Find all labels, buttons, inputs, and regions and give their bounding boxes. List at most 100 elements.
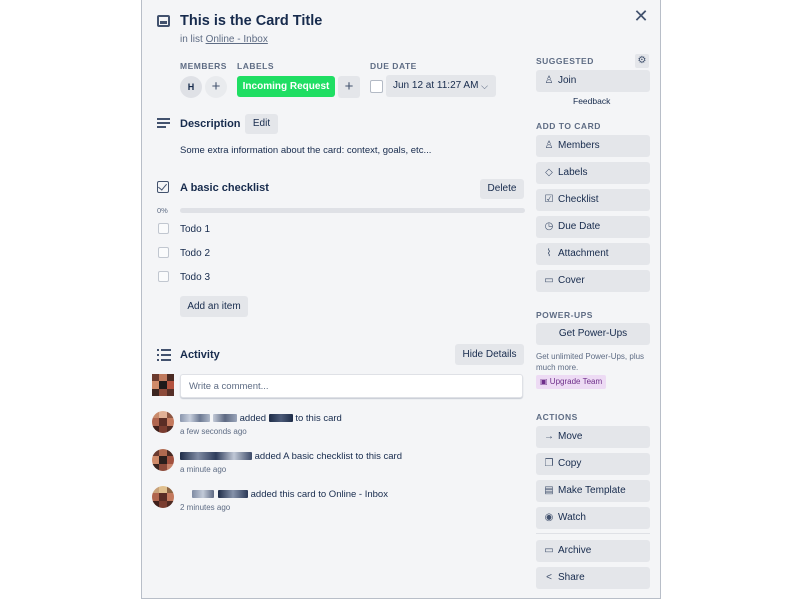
members-button-label: Members xyxy=(558,140,600,151)
add-label-button[interactable]: + xyxy=(338,76,360,98)
checklist-button[interactable]: ☑ Checklist xyxy=(536,189,650,211)
due-date-button-label: Due Date xyxy=(558,221,601,232)
todo-item[interactable]: Todo 2 xyxy=(180,248,210,259)
redacted-username xyxy=(180,414,210,422)
hide-details-button[interactable]: Hide Details xyxy=(455,344,524,365)
archive-button[interactable]: ▭ Archive xyxy=(536,540,650,562)
activity-time[interactable]: a minute ago xyxy=(180,465,226,474)
cover-button-label: Cover xyxy=(558,275,585,286)
copy-button-label: Copy xyxy=(558,458,582,469)
activity-text: to this card xyxy=(295,413,342,424)
activity-entry: added this card to Online - Inbox xyxy=(180,489,388,500)
card-detail-modal: ✕ This is the Card Title in list Online … xyxy=(141,0,661,599)
checkbox-icon: ☑ xyxy=(544,194,554,205)
make-template-button-label: Make Template xyxy=(558,485,626,496)
activity-text: added xyxy=(239,413,267,424)
cover-button[interactable]: ▭ Cover xyxy=(536,270,650,292)
add-item-button[interactable]: Add an item xyxy=(180,296,248,317)
archive-button-label: Archive xyxy=(558,545,592,556)
add-to-card-heading: ADD TO CARD xyxy=(536,121,601,131)
todo-item[interactable]: Todo 1 xyxy=(180,224,210,235)
join-button[interactable]: ♙ Join xyxy=(536,70,650,92)
attachment-button[interactable]: ⌇ Attachment xyxy=(536,243,650,265)
todo-checkbox[interactable] xyxy=(158,271,169,282)
comment-input[interactable]: Write a comment... xyxy=(180,374,523,398)
checklist-icon xyxy=(157,181,169,193)
members-label: MEMBERS xyxy=(180,61,227,71)
redacted-username xyxy=(218,490,248,498)
share-button[interactable]: < Share xyxy=(536,567,650,589)
activity-text: added this card to Online - Inbox xyxy=(250,489,388,500)
member-avatar[interactable]: H xyxy=(180,76,202,98)
checklist-progress-percent: 0% xyxy=(157,206,168,215)
upgrade-icon: ▣ xyxy=(540,377,548,386)
join-label: Join xyxy=(558,75,577,86)
power-ups-note: Get unlimited Power-Ups, plus much more. xyxy=(536,352,645,372)
checklist-title[interactable]: A basic checklist xyxy=(180,182,269,194)
arrow-right-icon: → xyxy=(544,431,554,442)
in-list-line: in list Online - Inbox xyxy=(180,34,268,45)
cover-icon: ▭ xyxy=(544,275,554,286)
due-complete-checkbox[interactable] xyxy=(370,80,383,93)
activity-time[interactable]: a few seconds ago xyxy=(180,427,247,436)
copy-button[interactable]: ❐ Copy xyxy=(536,453,650,475)
labels-label: LABELS xyxy=(237,61,274,71)
redacted-username xyxy=(213,414,237,422)
gear-icon[interactable]: ⚙ xyxy=(635,54,649,68)
card-title[interactable]: This is the Card Title xyxy=(180,13,322,29)
share-icon: < xyxy=(546,572,552,583)
activity-entry: added to this card xyxy=(180,413,342,424)
list-link[interactable]: Online - Inbox xyxy=(206,34,268,45)
due-date-value: Jun 12 at 11:27 AM xyxy=(393,80,479,91)
watch-button-label: Watch xyxy=(558,512,586,523)
checklist-button-label: Checklist xyxy=(558,194,599,205)
suggested-heading: SUGGESTED xyxy=(536,56,594,66)
archive-icon: ▭ xyxy=(544,545,554,556)
upgrade-team-label: Upgrade Team xyxy=(549,377,603,386)
checklist-progress-bar xyxy=(180,208,525,213)
due-date-button[interactable]: Jun 12 at 11:27 AM ⌵ xyxy=(386,75,496,97)
sidebar-divider xyxy=(536,533,650,534)
feedback-link[interactable]: Feedback xyxy=(573,96,610,106)
tag-icon: ◇ xyxy=(545,167,553,178)
redacted-member xyxy=(268,414,293,422)
labels-button[interactable]: ◇ Labels xyxy=(536,162,650,184)
close-icon[interactable]: ✕ xyxy=(632,7,650,26)
delete-checklist-button[interactable]: Delete xyxy=(480,179,524,199)
copy-icon: ❐ xyxy=(544,458,554,469)
todo-checkbox[interactable] xyxy=(158,223,169,234)
move-button-label: Move xyxy=(558,431,583,442)
redacted-username xyxy=(180,452,252,460)
members-button[interactable]: ♙ Members xyxy=(536,135,650,157)
activity-time[interactable]: 2 minutes ago xyxy=(180,503,230,512)
make-template-button[interactable]: ▤ Make Template xyxy=(536,480,650,502)
chevron-down-icon: ⌵ xyxy=(481,81,488,91)
activity-title: Activity xyxy=(180,349,220,361)
eye-icon: ◉ xyxy=(544,512,554,523)
template-icon: ▤ xyxy=(544,485,554,496)
person-icon: ♙ xyxy=(544,75,554,86)
due-date-label: DUE DATE xyxy=(370,61,417,71)
watch-button[interactable]: ◉ Watch xyxy=(536,507,650,529)
activity-text: added A basic checklist to this card xyxy=(254,451,402,462)
share-button-label: Share xyxy=(558,572,585,583)
todo-item[interactable]: Todo 3 xyxy=(180,272,210,283)
add-member-button[interactable]: + xyxy=(205,76,227,98)
edit-description-button[interactable]: Edit xyxy=(245,114,278,134)
redacted-username xyxy=(192,490,214,498)
move-button[interactable]: → Move xyxy=(536,426,650,448)
actions-heading: ACTIONS xyxy=(536,412,578,422)
due-date-side-button[interactable]: ◷ Due Date xyxy=(536,216,650,238)
paperclip-icon: ⌇ xyxy=(546,248,552,259)
activity-icon xyxy=(157,349,171,361)
upgrade-team-button[interactable]: ▣ Upgrade Team xyxy=(536,375,607,389)
description-title: Description xyxy=(180,118,241,130)
get-power-ups-button[interactable]: Get Power-Ups xyxy=(536,323,650,345)
todo-checkbox[interactable] xyxy=(158,247,169,258)
in-list-prefix: in list xyxy=(180,34,203,45)
activity-avatar xyxy=(152,411,174,433)
label-chip-incoming-request[interactable]: Incoming Request xyxy=(237,76,335,97)
card-icon xyxy=(157,15,170,27)
description-text[interactable]: Some extra information about the card: c… xyxy=(180,145,431,156)
clock-icon: ◷ xyxy=(544,221,554,232)
